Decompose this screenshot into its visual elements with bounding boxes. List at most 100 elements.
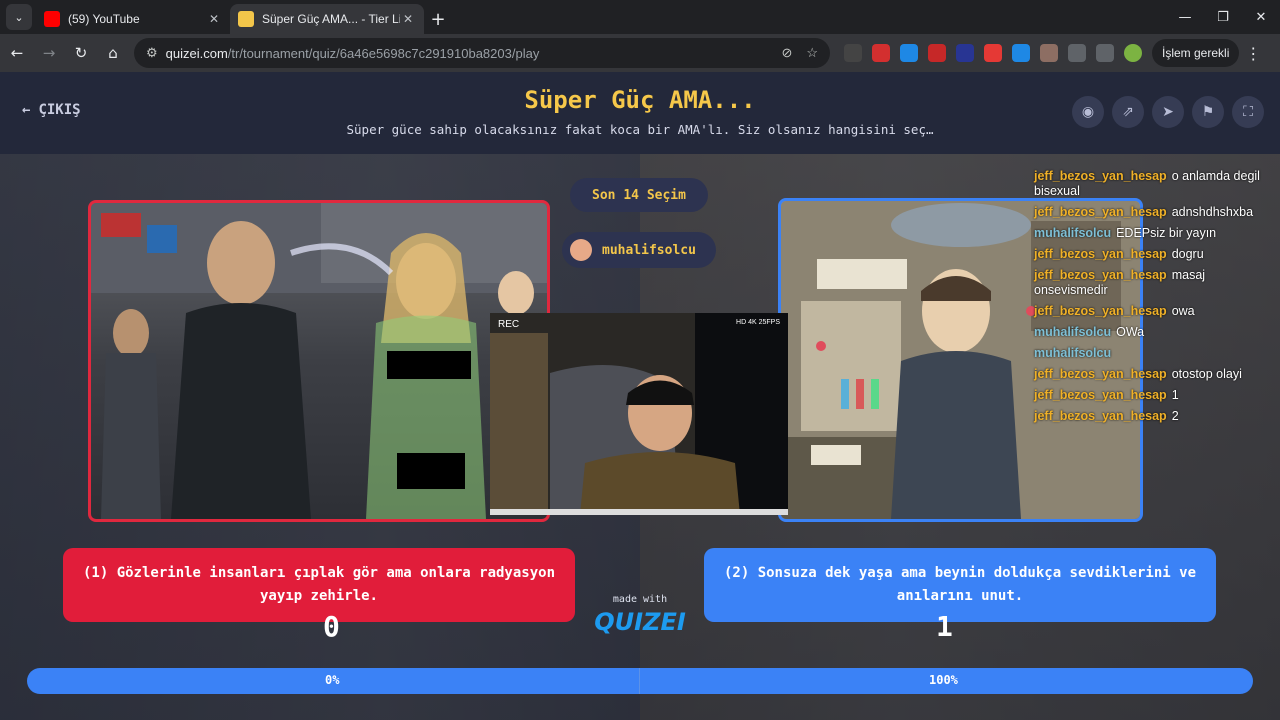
extension-icon[interactable] [956, 44, 974, 62]
extension-icon[interactable] [928, 44, 946, 62]
recent-choices-badge: Son 14 Seçim [570, 178, 708, 212]
back-icon[interactable]: ← [2, 38, 32, 68]
chat-text: otostop olayi [1171, 367, 1242, 381]
extension-icon[interactable] [984, 44, 1002, 62]
quiz-header: ← ÇIKIŞ Süper Güç AMA... Süper güce sahi… [0, 72, 1280, 154]
quizei-logo[interactable]: QUIZEI [592, 608, 688, 636]
choice-1-image[interactable] [88, 200, 550, 522]
chat-username: muhalifsolcu [1034, 226, 1112, 240]
choice-1-button[interactable]: (1) Gözlerinle insanları çıplak gör ama … [63, 548, 575, 622]
chat-username: muhalifsolcu [1034, 325, 1112, 339]
chat-text: EDEPsiz bir yayın [1116, 226, 1217, 240]
chat-message: jeff_bezos_yan_hesap 1 [1030, 385, 1280, 406]
rec-indicator: REC [498, 319, 520, 330]
chat-message: jeff_bezos_yan_hesap owa [1030, 301, 1280, 322]
result-progress-bar: 0% 100% [27, 668, 1253, 694]
extensions-puzzle-icon[interactable] [1068, 44, 1086, 62]
chat-text: owa [1171, 304, 1195, 318]
site-info-icon[interactable]: ⚙ [146, 45, 158, 61]
username: muhalifsolcu [602, 242, 696, 258]
chat-username: jeff_bezos_yan_hesap [1034, 268, 1167, 282]
youtube-icon [44, 11, 60, 27]
chat-username: jeff_bezos_yan_hesap [1034, 247, 1167, 261]
extension-icon[interactable] [1012, 44, 1030, 62]
avatar [570, 239, 592, 261]
quiz-page: ← ÇIKIŞ Süper Güç AMA... Süper güce sahi… [0, 72, 1280, 720]
share-icon[interactable]: ⇗ [1112, 96, 1144, 128]
close-window-icon[interactable]: ✕ [1242, 0, 1280, 34]
chat-message: jeff_bezos_yan_hesap 2 [1030, 406, 1280, 427]
choice-1-label: (1) Gözlerinle insanları çıplak gör ama … [82, 565, 555, 604]
chat-message: muhalifsolcu EDEPsiz bir yayın [1030, 223, 1280, 244]
choice-1-percent: 0% [325, 673, 340, 687]
new-tab-button[interactable]: + [424, 4, 452, 34]
chat-message: jeff_bezos_yan_hesap adnshdhshxba [1030, 202, 1280, 223]
logo-text: QUIZEI [594, 608, 686, 636]
chat-username: jeff_bezos_yan_hesap [1034, 388, 1167, 402]
tab-search-button[interactable]: ⌄ [6, 4, 32, 30]
chat-message: jeff_bezos_yan_hesap dogru [1030, 244, 1280, 265]
browser-toolbar: ← → ↻ ⌂ ⚙ quizei.com/tr/tournament/quiz/… [0, 34, 1280, 72]
header-actions: ◉ ⇗ ➤ ⚑ ⛶ [1072, 96, 1264, 128]
bookmark-star-icon[interactable]: ☆ [806, 45, 818, 61]
chat-text: 1 [1171, 388, 1179, 402]
extensions-bar [844, 44, 1142, 62]
chat-username: jeff_bezos_yan_hesap [1034, 367, 1167, 381]
forward-icon[interactable]: → [34, 38, 64, 68]
extension-icon[interactable] [900, 44, 918, 62]
chat-username: jeff_bezos_yan_hesap [1034, 169, 1167, 183]
close-tab-icon[interactable]: ✕ [206, 12, 222, 26]
webcam-overlay: REC HD 4K 25FPS [490, 313, 788, 515]
eye-icon[interactable]: ◉ [1072, 96, 1104, 128]
url-host: quizei.com [165, 45, 228, 61]
fullscreen-icon[interactable]: ⛶ [1232, 96, 1264, 128]
choice-2-label: (2) Sonsuza dek yaşa ama beynin doldukça… [723, 565, 1196, 604]
choice-2-percent: 100% [929, 673, 958, 687]
address-bar[interactable]: ⚙ quizei.com/tr/tournament/quiz/6a46e569… [134, 38, 830, 68]
chat-text: 2 [1171, 409, 1179, 423]
browser-menu-icon[interactable]: ⋮ [1245, 44, 1261, 63]
censor-bar [397, 453, 465, 489]
chat-message: muhalifsolcu [1030, 343, 1280, 364]
censor-bar [387, 351, 471, 379]
window-controls: — ❐ ✕ [1166, 0, 1280, 34]
send-icon[interactable]: ➤ [1152, 96, 1184, 128]
browser-tab-strip: ⌄ (59) YouTube ✕ Süper Güç AMA... - Tier… [0, 0, 1280, 34]
quizei-favicon-icon [238, 11, 254, 27]
webcam-hud: HD 4K 25FPS [736, 319, 780, 326]
restore-icon[interactable]: ❐ [1204, 0, 1242, 34]
choice-1-vote-count: 0 [323, 610, 340, 643]
reload-icon[interactable]: ↻ [66, 38, 96, 68]
stream-chat-overlay: jeff_bezos_yan_hesap o anlamda degil bise… [1030, 166, 1280, 427]
webcam-feed [490, 313, 788, 515]
tab-youtube[interactable]: (59) YouTube ✕ [36, 4, 230, 34]
tab-title: (59) YouTube [68, 12, 140, 26]
tab-title: Süper Güç AMA... - Tier List, Ko [262, 12, 400, 26]
tracking-protection-icon[interactable]: ⊘ [781, 45, 792, 61]
chat-text: adnshdhshxba [1171, 205, 1254, 219]
close-tab-icon[interactable]: ✕ [400, 12, 416, 26]
chat-message: jeff_bezos_yan_hesap o anlamda degil bise… [1030, 166, 1280, 202]
made-with-label: made with [612, 594, 668, 605]
flag-icon[interactable]: ⚑ [1192, 96, 1224, 128]
profile-action-button[interactable]: İşlem gerekli [1152, 39, 1240, 67]
tab-quizei[interactable]: Süper Güç AMA... - Tier List, Ko ✕ [230, 4, 424, 34]
chat-username: muhalifsolcu [1034, 346, 1112, 360]
minimize-icon[interactable]: — [1166, 0, 1204, 34]
avatar[interactable] [1124, 44, 1142, 62]
chat-username: jeff_bezos_yan_hesap [1034, 304, 1167, 318]
choice-2-button[interactable]: (2) Sonsuza dek yaşa ama beynin doldukça… [704, 548, 1216, 622]
extension-icon[interactable] [844, 44, 862, 62]
chat-username: jeff_bezos_yan_hesap [1034, 205, 1167, 219]
chat-text: dogru [1171, 247, 1204, 261]
home-icon[interactable]: ⌂ [98, 38, 128, 68]
url-path: /tr/tournament/quiz/6a46e5698c7c291910ba… [227, 45, 540, 61]
extension-icon[interactable] [872, 44, 890, 62]
user-badge[interactable]: muhalifsolcu [562, 232, 716, 268]
chat-username: jeff_bezos_yan_hesap [1034, 409, 1167, 423]
choice-2-vote-count: 1 [936, 610, 953, 643]
chat-message: muhalifsolcu OWa [1030, 322, 1280, 343]
chat-text: OWa [1116, 325, 1145, 339]
media-control-icon[interactable] [1096, 44, 1114, 62]
extension-icon[interactable] [1040, 44, 1058, 62]
